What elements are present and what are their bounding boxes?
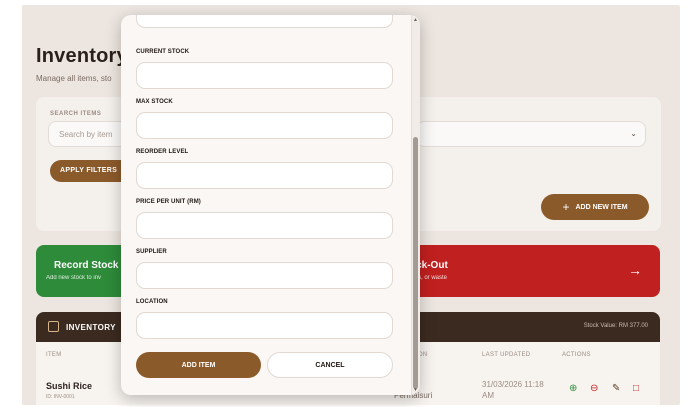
supplier-label: SUPPLIER [136,249,167,255]
cancel-button[interactable]: CANCEL [267,352,393,378]
add-item-modal: CURRENT STOCK MAX STOCK REORDER LEVEL PR… [121,15,420,395]
max-stock-input[interactable] [136,112,393,139]
location-label: LOCATION [136,299,168,305]
price-per-unit-input[interactable] [136,212,393,239]
current-stock-label: CURRENT STOCK [136,49,190,55]
scroll-down-arrow-icon[interactable]: ▼ [413,387,418,393]
supplier-input[interactable] [136,262,393,289]
price-per-unit-label: PRICE PER UNIT (RM) [136,199,201,205]
current-stock-input[interactable] [136,62,393,89]
max-stock-label: MAX STOCK [136,99,173,105]
previous-field-input[interactable] [136,15,393,28]
location-input[interactable] [136,312,393,339]
add-item-button[interactable]: ADD ITEM [136,352,261,378]
scroll-thumb[interactable] [413,137,418,389]
reorder-level-input[interactable] [136,162,393,189]
scroll-up-arrow-icon[interactable]: ▲ [413,17,418,23]
reorder-level-label: REORDER LEVEL [136,149,189,155]
modal-scrollbar[interactable]: ▲ ▼ [411,15,420,395]
